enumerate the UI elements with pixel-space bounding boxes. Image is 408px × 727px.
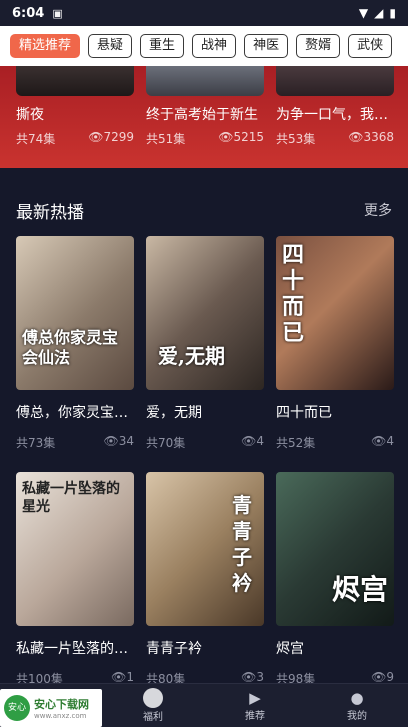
drama-poster: 傅总你家灵宝会仙法: [16, 236, 134, 390]
top-card-title: 终于高考始于新生: [146, 107, 258, 123]
drama-meta: 共73集 👁34: [16, 434, 134, 451]
top-card-poster: [276, 66, 394, 96]
top-card-title: 为争一口气，我…: [276, 107, 388, 123]
notification-icon: ▣: [52, 6, 63, 20]
top-card-views: 👁7299: [88, 130, 134, 144]
top-card-views: 👁5215: [218, 130, 264, 144]
status-time: 6:04: [12, 5, 45, 21]
drama-card[interactable]: 青青子衿 青青子衿 共80集 👁3: [146, 472, 264, 687]
watermark: 安心 安心下载网 www.anxz.com: [0, 689, 102, 727]
eye-icon: 👁: [241, 434, 257, 448]
drama-title: 青青子衿: [146, 641, 202, 657]
circle-icon: [143, 688, 163, 708]
top-card-episodes: 共51集: [146, 132, 186, 146]
battery-icon: ▮: [389, 6, 396, 20]
top-card[interactable]: 终于高考始于新生 共51集 👁5215: [146, 66, 264, 146]
eye-icon: 👁: [348, 130, 364, 144]
category-tabs: 精选推荐 悬疑 重生 战神 神医 赘婿 武侠: [0, 26, 408, 66]
drama-card[interactable]: 爱,无期 爱，无期 共70集 👁4: [146, 236, 264, 451]
drama-views: 👁4: [241, 434, 264, 448]
poster-title: 私藏一片坠落的星光: [22, 481, 120, 515]
watermark-main: 安心下载网: [34, 698, 89, 711]
top-card-title: 撕夜: [16, 107, 44, 123]
more-link[interactable]: 更多: [364, 200, 392, 220]
nav-welfare[interactable]: 福利: [102, 684, 204, 727]
drama-title: 私藏一片坠落的…: [16, 641, 128, 657]
eye-icon: 👁: [371, 670, 387, 684]
eye-icon: 👁: [218, 130, 234, 144]
tab-wuxia[interactable]: 武侠: [348, 34, 393, 58]
eye-icon: 👁: [103, 434, 119, 448]
drama-poster: 爱,无期: [146, 236, 264, 390]
top-card-episodes: 共53集: [276, 132, 316, 146]
eye-icon: 👁: [241, 670, 257, 684]
user-icon: ●: [350, 689, 364, 707]
watermark-text: 安心下载网 www.anxz.com: [34, 696, 89, 720]
eye-icon: 👁: [371, 434, 387, 448]
drama-title: 烬宫: [276, 641, 304, 657]
eye-icon: 👁: [88, 130, 104, 144]
signal-icon: ◢: [374, 6, 384, 20]
watermark-sub: www.anxz.com: [34, 712, 87, 720]
drama-poster: 青青子衿: [146, 472, 264, 626]
drama-title: 爱，无期: [146, 405, 202, 421]
nav-label: 推荐: [245, 711, 265, 722]
drama-views: 👁34: [103, 434, 134, 448]
drama-title: 傅总，你家灵宝…: [16, 405, 128, 421]
poster-title: 烬宫: [332, 573, 389, 606]
poster-title: 傅总你家灵宝会仙法: [22, 328, 119, 367]
play-icon: ▶: [249, 689, 261, 707]
tab-suspense[interactable]: 悬疑: [88, 34, 133, 58]
top-card-poster: [16, 66, 134, 96]
drama-meta: 共52集 👁4: [276, 434, 394, 451]
poster-title: 青青子衿: [232, 493, 252, 595]
drama-title: 四十而已: [276, 405, 332, 421]
drama-card[interactable]: 烬宫 烬宫 共98集 👁9: [276, 472, 394, 687]
drama-episodes: 共73集: [16, 436, 56, 450]
top-card-episodes: 共74集: [16, 132, 56, 146]
tab-miracle-doctor[interactable]: 神医: [244, 34, 289, 58]
top-card-views: 👁3368: [348, 130, 394, 144]
drama-card[interactable]: 四十而已 四十而已 共52集 👁4: [276, 236, 394, 451]
status-icons: ▼ ◢ ▮: [359, 6, 396, 20]
nav-recommend[interactable]: ▶ 推荐: [204, 684, 306, 727]
tab-son-in-law[interactable]: 赘婿: [296, 34, 341, 58]
tab-war-god[interactable]: 战神: [192, 34, 237, 58]
nav-label: 我的: [347, 711, 367, 722]
drama-views: 👁4: [371, 434, 394, 448]
watermark-logo: 安心: [4, 695, 30, 721]
eye-icon: 👁: [111, 670, 127, 684]
drama-episodes: 共52集: [276, 436, 316, 450]
drama-episodes: 共70集: [146, 436, 186, 450]
tab-rebirth[interactable]: 重生: [140, 34, 185, 58]
top-card[interactable]: 为争一口气，我… 共53集 👁3368: [276, 66, 394, 146]
top-card[interactable]: 撕夜 共74集 👁7299: [16, 66, 134, 146]
drama-poster: 烬宫: [276, 472, 394, 626]
drama-meta: 共70集 👁4: [146, 434, 264, 451]
drama-card[interactable]: 傅总你家灵宝会仙法 傅总，你家灵宝… 共73集 👁34: [16, 236, 134, 451]
nav-mine[interactable]: ● 我的: [306, 684, 408, 727]
drama-poster: 四十而已: [276, 236, 394, 390]
section-title: 最新热播: [16, 203, 84, 223]
wifi-icon: ▼: [358, 6, 369, 20]
nav-label: 福利: [143, 712, 163, 723]
drama-card[interactable]: 私藏一片坠落的星光 私藏一片坠落的… 共100集 👁1: [16, 472, 134, 687]
top-card-poster: [146, 66, 264, 96]
tab-featured[interactable]: 精选推荐: [10, 34, 81, 58]
poster-title: 爱,无期: [158, 344, 225, 368]
status-bar: 6:04 ▣ ▼ ◢ ▮: [0, 0, 408, 26]
drama-poster: 私藏一片坠落的星光: [16, 472, 134, 626]
poster-title: 四十而已: [282, 242, 305, 346]
